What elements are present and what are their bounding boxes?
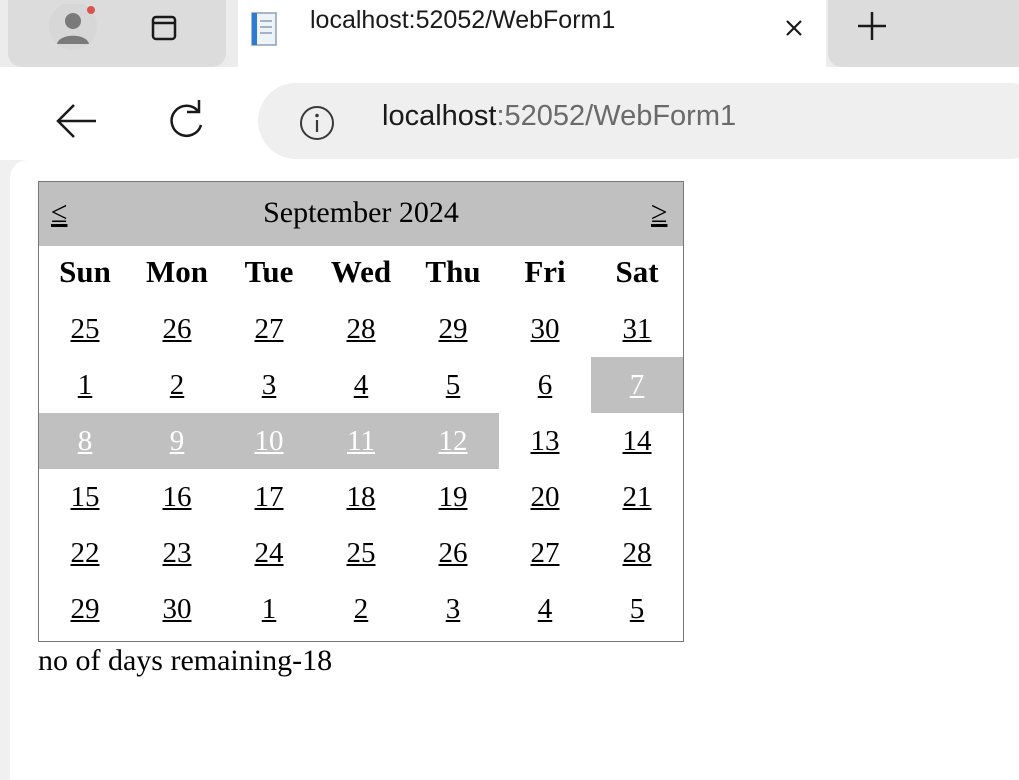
tab-strip-left — [8, 0, 226, 67]
browser-toolbar: localhost:52052/WebForm1 — [0, 67, 1019, 160]
calendar-day[interactable]: 5 — [407, 357, 499, 413]
days-remaining-text: no of days remaining-18 — [38, 644, 333, 677]
calendar-day[interactable]: 27 — [223, 301, 315, 357]
calendar-day[interactable]: 2 — [315, 581, 407, 637]
previous-month-link[interactable]: ≤ — [51, 196, 67, 230]
calendar-day[interactable]: 18 — [315, 469, 407, 525]
calendar-day-selected[interactable]: 12 — [407, 413, 499, 469]
calendar-day-selected[interactable]: 9 — [131, 413, 223, 469]
tab-actions-icon[interactable] — [150, 14, 178, 42]
calendar-day[interactable]: 23 — [131, 525, 223, 581]
back-arrow-icon — [56, 104, 96, 138]
back-button[interactable] — [52, 101, 100, 141]
calendar-day[interactable]: 25 — [39, 301, 131, 357]
calendar-day[interactable]: 22 — [39, 525, 131, 581]
calendar-day[interactable]: 24 — [223, 525, 315, 581]
page-content: September 2024 ≤ ≥ Sun Mon Tue Wed Thu Fri Sat… — [10, 160, 1019, 780]
calendar-day[interactable]: 15 — [39, 469, 131, 525]
calendar-day[interactable]: 25 — [315, 525, 407, 581]
page-favicon-icon — [248, 11, 280, 47]
day-of-week-header: Fri — [524, 254, 566, 289]
calendar-day[interactable]: 1 — [223, 581, 315, 637]
calendar-day[interactable]: 4 — [499, 581, 591, 637]
calendar-day[interactable]: 5 — [591, 581, 683, 637]
calendar: September 2024 ≤ ≥ Sun Mon Tue Wed Thu Fri Sat… — [38, 181, 684, 642]
calendar-day[interactable]: 21 — [591, 469, 683, 525]
day-of-week-header: Sun — [59, 254, 111, 289]
tab-strip: localhost:52052/WebForm1 — [0, 0, 1019, 67]
calendar-day[interactable]: 16 — [131, 469, 223, 525]
next-month-link[interactable]: ≥ — [651, 196, 667, 230]
calendar-day[interactable]: 14 — [591, 413, 683, 469]
calendar-day[interactable]: 30 — [131, 581, 223, 637]
day-of-week-header: Mon — [146, 254, 208, 289]
calendar-day[interactable]: 28 — [315, 301, 407, 357]
plus-icon — [858, 12, 886, 40]
calendar-day[interactable]: 3 — [223, 357, 315, 413]
url-path: :52052/WebForm1 — [496, 100, 737, 132]
new-tab-button[interactable] — [852, 6, 892, 46]
reload-icon — [170, 100, 203, 138]
calendar-day[interactable]: 19 — [407, 469, 499, 525]
calendar-day[interactable]: 30 — [499, 301, 591, 357]
day-of-week-header: Sat — [615, 254, 659, 289]
close-icon — [786, 20, 802, 36]
calendar-day[interactable]: 26 — [407, 525, 499, 581]
url-text: localhost:52052/WebForm1 — [382, 100, 736, 133]
calendar-day[interactable]: 6 — [499, 357, 591, 413]
calendar-day[interactable]: 4 — [315, 357, 407, 413]
address-bar[interactable]: localhost:52052/WebForm1 — [258, 83, 1019, 159]
day-of-week-header: Tue — [244, 254, 294, 289]
day-of-week-header: Wed — [330, 254, 392, 289]
calendar-day-selected[interactable]: 10 — [223, 413, 315, 469]
calendar-day-selected[interactable]: 7 — [591, 357, 683, 413]
calendar-day[interactable]: 13 — [499, 413, 591, 469]
calendar-day[interactable]: 31 — [591, 301, 683, 357]
calendar-day[interactable]: 3 — [407, 581, 499, 637]
reload-button[interactable] — [164, 97, 208, 143]
calendar-header: September 2024 ≤ ≥ — [39, 182, 683, 246]
calendar-day[interactable]: 29 — [39, 581, 131, 637]
calendar-day[interactable]: 20 — [499, 469, 591, 525]
calendar-day[interactable]: 27 — [499, 525, 591, 581]
calendar-day-selected[interactable]: 11 — [315, 413, 407, 469]
calendar-day[interactable]: 17 — [223, 469, 315, 525]
tab-title: localhost:52052/WebForm1 — [310, 6, 616, 34]
site-info-icon[interactable] — [298, 104, 336, 142]
profile-avatar-icon[interactable] — [46, 2, 100, 54]
calendar-day[interactable]: 1 — [39, 357, 131, 413]
day-of-week-header: Thu — [425, 254, 481, 289]
calendar-day-selected[interactable]: 8 — [39, 413, 131, 469]
calendar-month-title: September 2024 — [263, 196, 459, 229]
calendar-day[interactable]: 2 — [131, 357, 223, 413]
calendar-day[interactable]: 28 — [591, 525, 683, 581]
close-tab-button[interactable] — [776, 10, 812, 46]
url-host: localhost — [382, 100, 497, 132]
active-tab[interactable]: localhost:52052/WebForm1 — [238, 0, 826, 67]
calendar-day[interactable]: 26 — [131, 301, 223, 357]
calendar-day[interactable]: 29 — [407, 301, 499, 357]
